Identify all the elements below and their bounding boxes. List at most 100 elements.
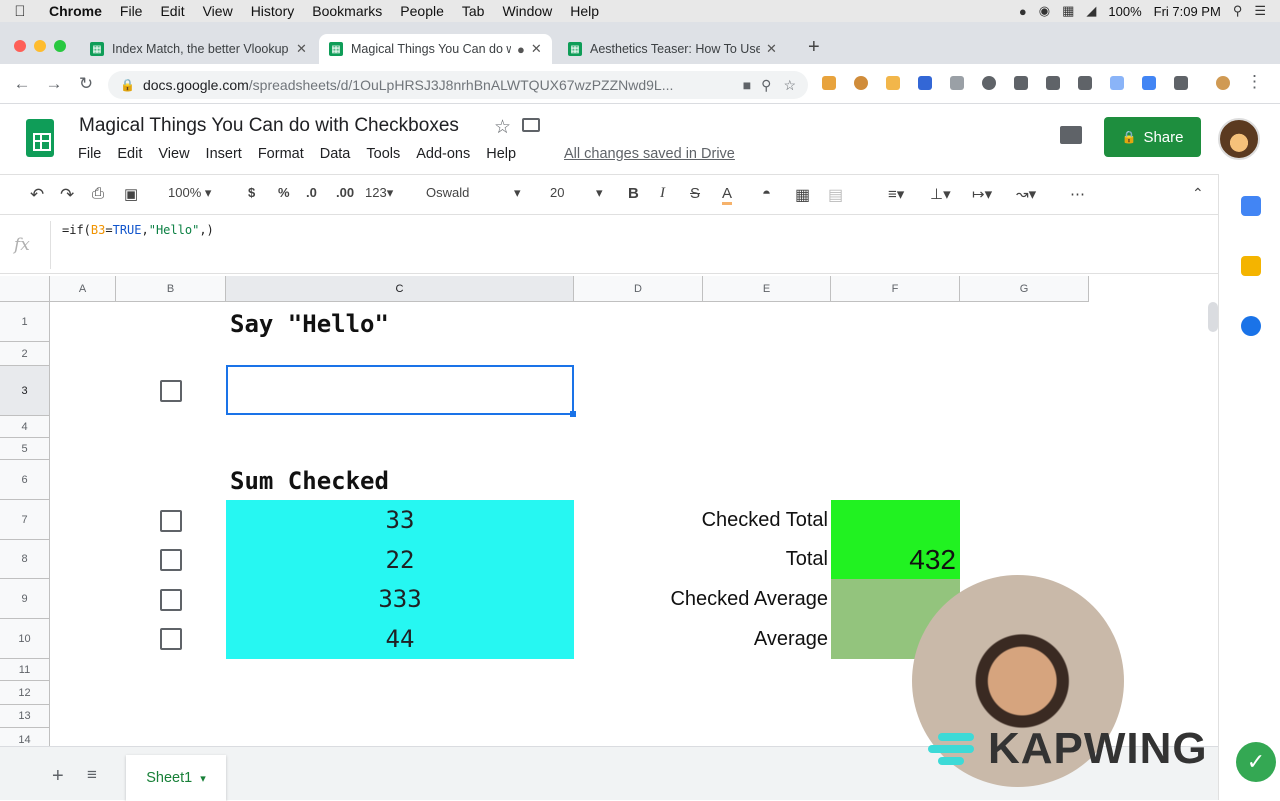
zoom-window-icon[interactable]	[54, 40, 66, 52]
row-header-12[interactable]: 12	[0, 681, 50, 705]
horizontal-align-icon[interactable]: ≡▾	[888, 185, 904, 203]
wifi-icon[interactable]: ◢	[1086, 3, 1096, 19]
row-header-1[interactable]: 1	[0, 302, 50, 342]
menu-history[interactable]: History	[242, 3, 304, 19]
row-header-8[interactable]: 8	[0, 540, 50, 579]
browser-tab-active[interactable]: ▦ Magical Things You Can do with ● ✕	[319, 34, 552, 64]
extension-icon[interactable]	[1174, 76, 1188, 90]
column-header-e[interactable]: E	[703, 276, 831, 302]
mic-icon[interactable]: ●	[1019, 4, 1027, 19]
menu-file[interactable]: File	[111, 3, 152, 19]
tasks-icon[interactable]	[1241, 316, 1261, 336]
checkbox-b9[interactable]	[160, 589, 182, 611]
extension-icon[interactable]	[822, 76, 836, 90]
battery-label[interactable]: 100%	[1108, 4, 1141, 19]
extension-status-icon[interactable]: ▦	[1062, 3, 1074, 19]
menu-edit[interactable]: Edit	[117, 146, 142, 162]
label-checked-total[interactable]: Checked Total	[574, 500, 831, 540]
close-window-icon[interactable]	[14, 40, 26, 52]
menu-view[interactable]: View	[194, 3, 242, 19]
zoom-select[interactable]: 100% ▾	[168, 185, 211, 201]
row-header-9[interactable]: 9	[0, 579, 50, 619]
forward-icon[interactable]: →	[38, 74, 70, 94]
control-center-icon[interactable]: ☰	[1254, 3, 1266, 19]
chrome-menu-icon[interactable]: ⋮	[1246, 72, 1263, 92]
row-header-2[interactable]: 2	[0, 342, 50, 366]
keep-icon[interactable]	[1241, 256, 1261, 276]
lock-icon[interactable]: 🔒	[120, 78, 135, 92]
undo-icon[interactable]: ↶	[30, 185, 44, 205]
menu-people[interactable]: People	[391, 3, 453, 19]
menu-view[interactable]: View	[158, 146, 189, 162]
close-tab-icon[interactable]: ✕	[296, 41, 307, 57]
profile-icon[interactable]	[1216, 76, 1230, 90]
menu-add-ons[interactable]: Add-ons	[416, 146, 470, 162]
redo-icon[interactable]: ↷	[60, 185, 74, 205]
text-wrap-icon[interactable]: ↦▾	[972, 185, 992, 203]
checkbox-b8[interactable]	[160, 549, 182, 571]
bold-button[interactable]: B	[628, 185, 639, 202]
minimize-window-icon[interactable]	[34, 40, 46, 52]
percent-button[interactable]: %	[278, 185, 290, 200]
selected-cell-c3[interactable]	[226, 365, 574, 415]
document-title[interactable]: Magical Things You Can do with Checkboxe…	[79, 115, 459, 137]
cell-c10[interactable]: 44	[226, 619, 574, 659]
dash-icon[interactable]: ◉	[1039, 3, 1050, 19]
extension-icon[interactable]	[1142, 76, 1156, 90]
formula-input[interactable]: =if(B3=TRUE,"Hello",)	[62, 223, 214, 237]
cell-f8-total[interactable]: 432	[831, 540, 960, 579]
label-total[interactable]: Total	[574, 540, 831, 579]
new-tab-icon[interactable]: +	[808, 36, 820, 59]
column-header-a[interactable]: A	[50, 276, 116, 302]
row-header-4[interactable]: 4	[0, 416, 50, 438]
more-formats-select[interactable]: 123▾	[365, 185, 393, 201]
comments-icon[interactable]	[1060, 126, 1082, 144]
strikethrough-button[interactable]: S	[690, 185, 700, 202]
menu-data[interactable]: Data	[320, 146, 351, 162]
cell-c7[interactable]: 33	[226, 500, 574, 540]
checkbox-b7[interactable]	[160, 510, 182, 532]
font-select[interactable]: Oswald ▾	[426, 185, 526, 200]
menu-insert[interactable]: Insert	[206, 146, 242, 162]
select-all-corner[interactable]	[0, 276, 50, 302]
menu-help[interactable]: Help	[486, 146, 516, 162]
extension-icon[interactable]	[1014, 76, 1028, 90]
add-sheet-button[interactable]: +	[52, 765, 64, 788]
row-header-11[interactable]: 11	[0, 659, 50, 681]
close-tab-icon[interactable]: ✕	[531, 41, 542, 57]
borders-icon[interactable]: ▦	[795, 185, 810, 205]
menu-help[interactable]: Help	[561, 3, 608, 19]
bookmark-star-icon[interactable]: ☆	[783, 77, 796, 94]
decrease-decimal-button[interactable]: .0	[306, 185, 317, 200]
column-header-b[interactable]: B	[116, 276, 226, 302]
zoom-icon[interactable]: ⚲	[761, 77, 771, 94]
extension-icon[interactable]	[950, 76, 964, 90]
calendar-icon[interactable]	[1241, 196, 1261, 216]
column-header-d[interactable]: D	[574, 276, 703, 302]
menu-tab[interactable]: Tab	[453, 3, 494, 19]
row-header-5[interactable]: 5	[0, 438, 50, 460]
star-icon[interactable]: ☆	[494, 116, 511, 139]
font-size-select[interactable]: 20 ▾	[550, 185, 608, 200]
reload-icon[interactable]: ↻	[70, 74, 102, 94]
checkbox-b10[interactable]	[160, 628, 182, 650]
avatar[interactable]	[1218, 118, 1260, 160]
row-header-3[interactable]: 3	[0, 366, 50, 416]
move-folder-icon[interactable]	[522, 118, 540, 132]
cell-c9[interactable]: 333	[226, 579, 574, 619]
sheets-logo-icon[interactable]	[26, 119, 54, 157]
extension-icon[interactable]	[886, 76, 900, 90]
paint-format-icon[interactable]: ▣	[124, 185, 138, 203]
vertical-scrollbar[interactable]	[1208, 302, 1218, 332]
row-header-13[interactable]: 13	[0, 705, 50, 728]
column-header-g[interactable]: G	[960, 276, 1089, 302]
text-color-button[interactable]: A	[722, 185, 733, 205]
menu-window[interactable]: Window	[493, 3, 561, 19]
menu-app-name[interactable]: Chrome	[40, 3, 111, 19]
increase-decimal-button[interactable]: .00	[336, 185, 354, 200]
menu-format[interactable]: Format	[258, 146, 304, 162]
cell-c8[interactable]: 22	[226, 540, 574, 579]
row-header-14[interactable]: 14	[0, 728, 50, 746]
address-bar[interactable]: 🔒 docs.google.com /spreadsheets/d/1OuLpH…	[108, 71, 808, 99]
cell-c6-heading[interactable]: Sum Checked	[230, 462, 389, 500]
